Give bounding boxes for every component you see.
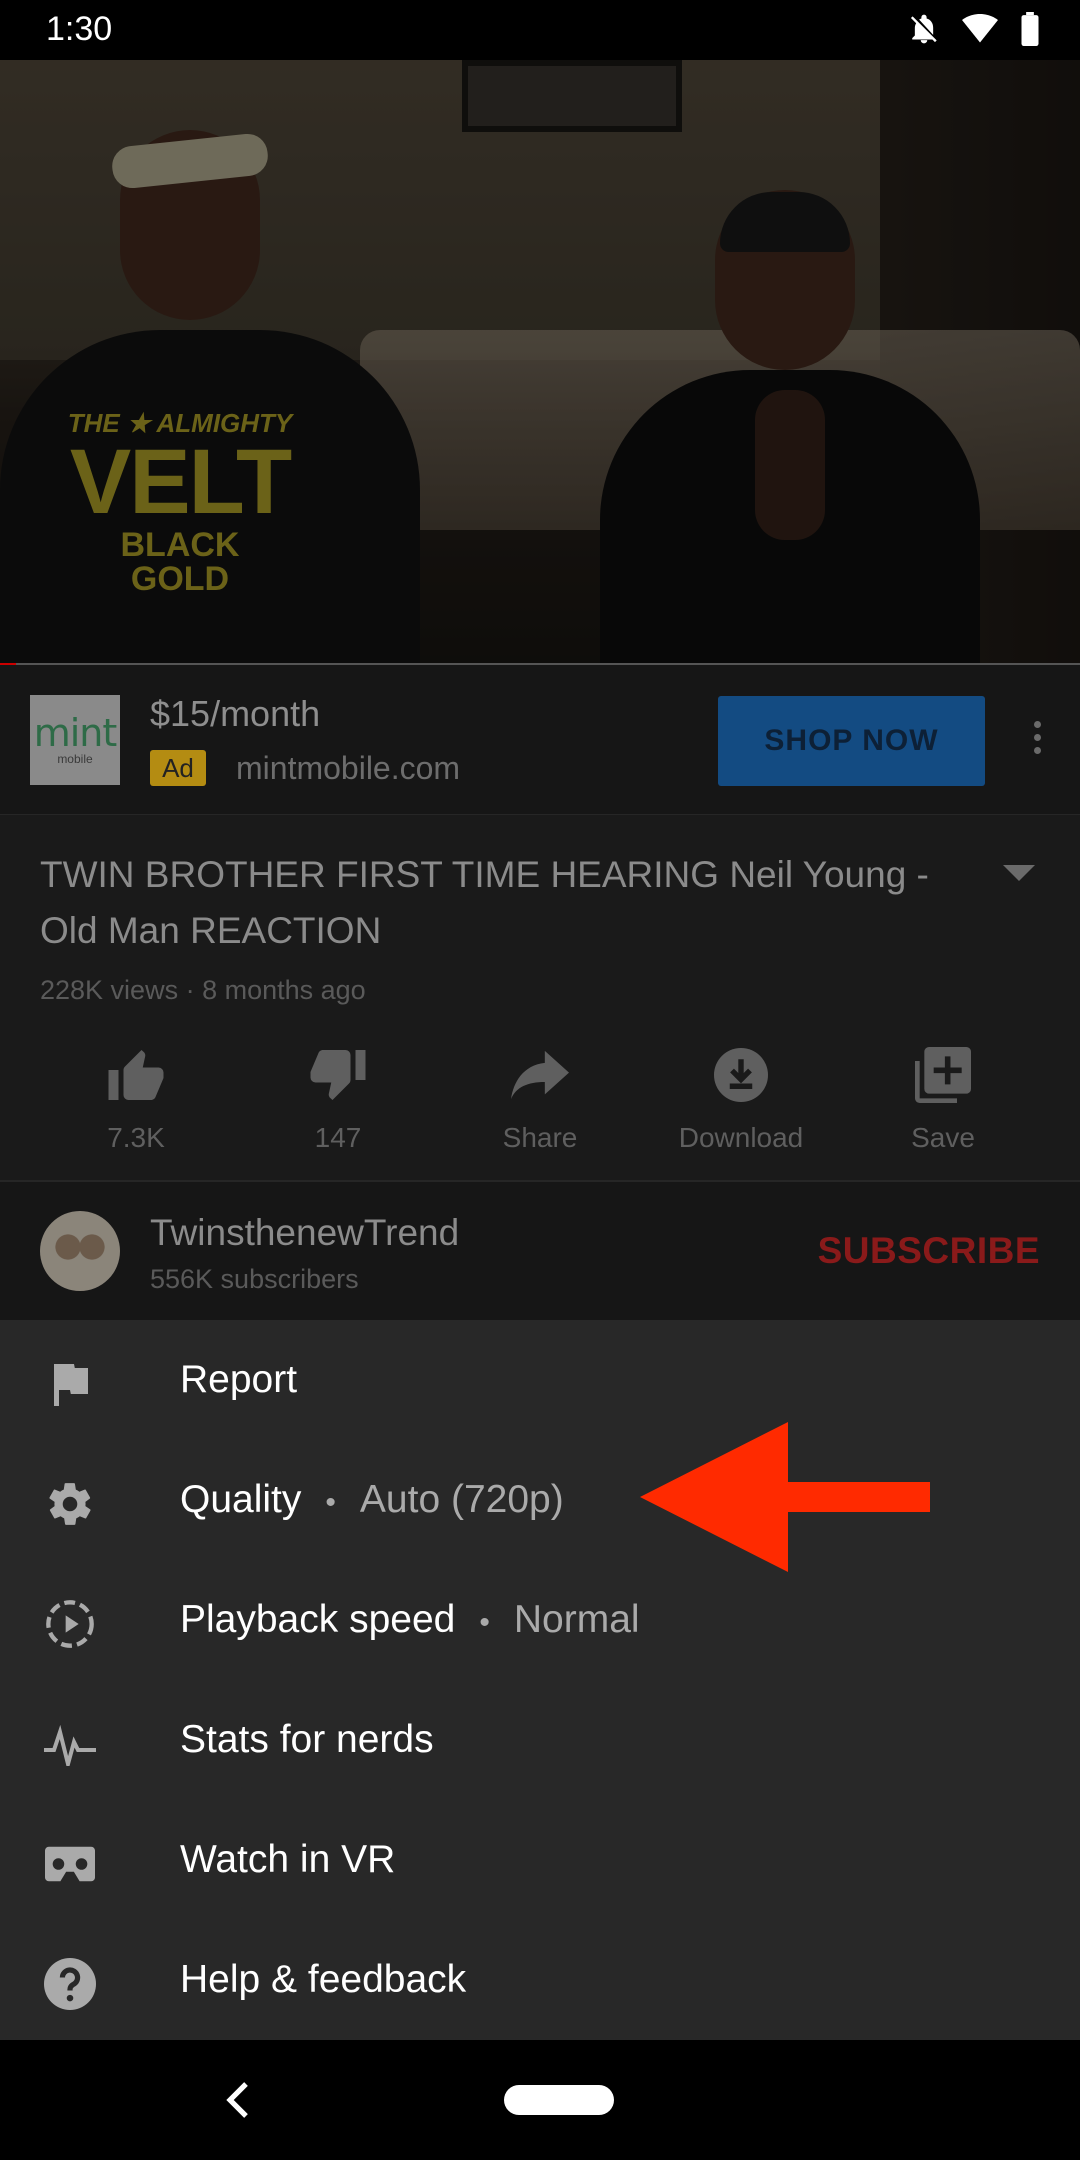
gear-icon [42, 1476, 98, 1532]
subscribe-button[interactable]: SUBSCRIBE [818, 1230, 1040, 1272]
status-time: 1:30 [46, 10, 113, 48]
pulse-icon [42, 1716, 98, 1772]
menu-item-stats-for-nerds[interactable]: Stats for nerds [0, 1680, 1080, 1800]
notifications-off-icon [908, 12, 940, 46]
playback-speed-icon [42, 1596, 98, 1652]
status-icons [908, 12, 1040, 46]
menu-item-label: Watch in VR [180, 1838, 396, 1881]
ad-banner[interactable]: mint mobile $15/month Ad mintmobile.com … [0, 665, 1080, 815]
help-icon [42, 1956, 98, 2012]
back-icon[interactable] [224, 2080, 252, 2125]
navigation-bar [0, 2040, 1080, 2160]
watch-page: mint mobile $15/month Ad mintmobile.com … [0, 665, 1080, 1320]
menu-item-label: Playback speed • Normal [180, 1598, 640, 1641]
menu-item-label: Report [180, 1358, 298, 1401]
battery-icon [1020, 12, 1040, 46]
like-button[interactable]: 7.3K [36, 1040, 236, 1154]
share-icon [440, 1040, 640, 1110]
dislike-button[interactable]: 147 [238, 1040, 438, 1154]
quality-value: Auto (720p) [359, 1478, 564, 1521]
more-vert-icon[interactable] [1030, 721, 1044, 761]
channel-row[interactable]: TwinsthenewTrend 556K subscribers SUBSCR… [0, 1182, 1080, 1320]
action-bar: 7.3K 147 Share Download Save [0, 1040, 1080, 1170]
download-button[interactable]: Download [641, 1040, 841, 1154]
save-button[interactable]: Save [843, 1040, 1043, 1154]
wifi-icon [962, 14, 998, 44]
menu-item-help-feedback[interactable]: Help & feedback [0, 1920, 1080, 2040]
status-bar: 1:30 [0, 0, 1080, 60]
home-pill[interactable] [504, 2085, 614, 2115]
menu-item-label: Quality • Auto (720p) [180, 1478, 564, 1521]
menu-item-playback-speed[interactable]: Playback speed • Normal [0, 1560, 1080, 1680]
subscriber-count: 556K subscribers [150, 1264, 359, 1294]
avatar[interactable] [40, 1211, 120, 1291]
ad-price: $15/month [150, 693, 321, 734]
expand-chevron-icon[interactable] [1003, 865, 1035, 881]
annotation-arrow [640, 1422, 930, 1577]
thumbs-down-icon [238, 1040, 438, 1110]
flag-icon [42, 1356, 98, 1412]
download-icon [641, 1040, 841, 1110]
share-button[interactable]: Share [440, 1040, 640, 1154]
thumbs-up-icon [36, 1040, 236, 1110]
ad-logo: mint mobile [30, 695, 120, 785]
ad-domain: mintmobile.com [236, 750, 461, 786]
channel-name[interactable]: TwinsthenewTrend [150, 1212, 459, 1254]
ad-badge: Ad [150, 750, 206, 786]
menu-item-label: Stats for nerds [180, 1718, 434, 1761]
menu-item-watch-in-vr[interactable]: Watch in VR [0, 1800, 1080, 1920]
video-meta: 228K views · 8 months ago [40, 975, 366, 1005]
playback-speed-value: Normal [513, 1598, 640, 1641]
video-title[interactable]: TWIN BROTHER FIRST TIME HEARING Neil You… [40, 847, 980, 959]
video-player[interactable]: THE ★ ALMIGHTY VELT BLACK GOLD [0, 60, 1080, 665]
vr-headset-icon [42, 1836, 98, 1892]
menu-item-label: Help & feedback [180, 1958, 467, 2001]
shop-now-button[interactable]: SHOP NOW [718, 696, 985, 786]
save-playlist-icon [843, 1040, 1043, 1110]
